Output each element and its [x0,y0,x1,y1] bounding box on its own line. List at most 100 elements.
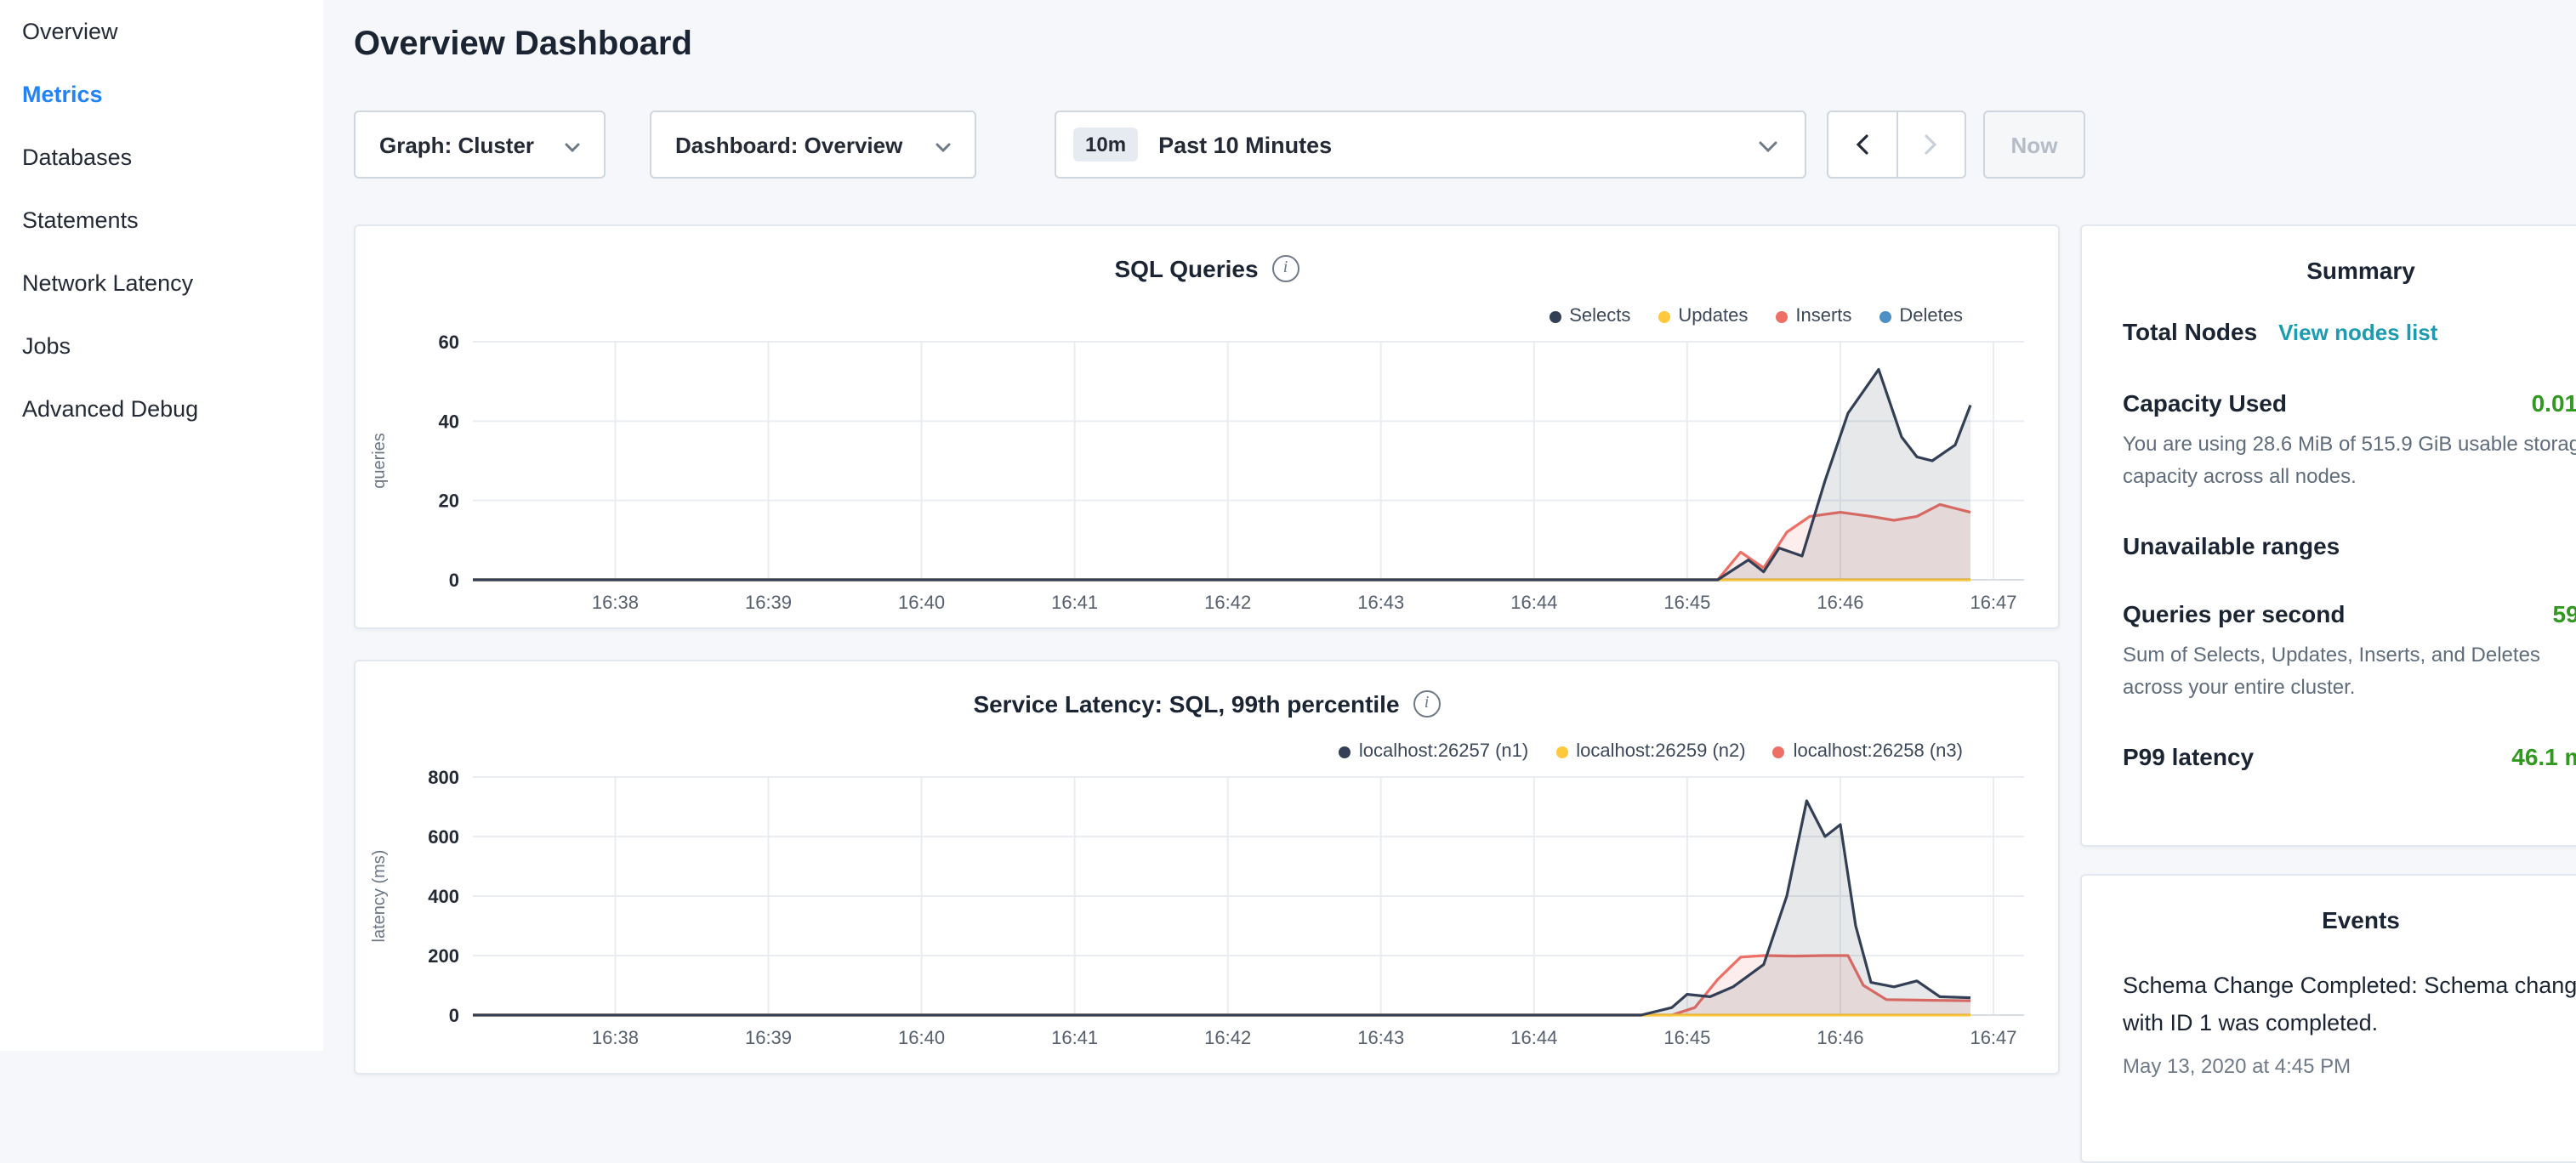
svg-text:0: 0 [449,1005,459,1026]
legend-item-updates: Updates [1658,306,1748,326]
previous-time-window-button[interactable] [1828,112,1897,177]
legend-dot [1773,746,1785,757]
cluster-summary-panel: Summary Total Nodes View nodes list 3 Ca… [2080,224,2576,847]
svg-text:16:43: 16:43 [1357,1027,1404,1048]
svg-text:16:42: 16:42 [1204,1027,1251,1048]
legend-label: Deletes [1899,306,1963,326]
svg-text:20: 20 [439,491,459,512]
summary-row-p99-latency: P99 latency 46.1 ms [2082,744,2576,771]
metrics-dashboard-page: Overview Metrics Databases Statements Ne… [0,0,2576,1051]
svg-text:200: 200 [428,945,459,967]
legend-item-n1: localhost:26257 (n1) [1339,741,1528,762]
chart-legend: localhost:26257 (n1) localhost:26259 (n2… [1339,741,1963,762]
chevron-down-icon [1759,132,1777,157]
summary-value: 46.1 ms [2511,744,2576,771]
sidebar-item-advanced-debug[interactable]: Advanced Debug [22,377,323,440]
svg-text:16:38: 16:38 [592,1027,639,1048]
legend-dot [1555,746,1567,757]
chevron-down-icon [565,132,580,157]
summary-label: Queries per second [2123,600,2345,627]
legend-item-deletes: Deletes [1879,306,1963,326]
summary-label: P99 latency [2123,744,2254,771]
chart-legend: Selects Updates Inserts Deletes [1549,306,1963,326]
summary-description: Sum of Selects, Updates, Inserts, and De… [2123,639,2576,702]
events-panel: Events Schema Change Completed: Schema c… [2080,874,2576,1163]
summary-row-unavailable-ranges: Unavailable ranges 0 [2082,532,2576,559]
event-timestamp: May 13, 2020 at 4:45 PM [2123,1054,2576,1078]
legend-dot [1339,746,1351,757]
chevron-down-icon [935,132,951,157]
events-title: Events [2082,876,2576,967]
event-message: Schema Change Completed: Schema change w… [2123,967,2576,1041]
sidebar-item-databases[interactable]: Databases [22,126,323,189]
chart-title: Service Latency: SQL, 99th percentile [973,690,1399,718]
svg-text:16:47: 16:47 [1970,592,2016,613]
next-time-window-button[interactable] [1897,112,1965,177]
svg-text:16:41: 16:41 [1051,592,1098,613]
legend-dot [1658,310,1669,322]
time-range-dropdown[interactable]: 10m Past 10 Minutes [1055,111,1806,179]
summary-title: Summary [2082,226,2576,318]
svg-text:latency (ms): latency (ms) [370,850,389,943]
sql-queries-plot[interactable]: 0 20 40 60 16:38 16:39 16:40 16:41 16:42 16:43 16:… [357,325,2060,631]
svg-text:16:46: 16:46 [1817,592,1863,613]
svg-text:16:45: 16:45 [1663,592,1710,613]
legend-label: Selects [1569,306,1630,326]
now-button[interactable]: Now [1983,111,2085,179]
svg-text:16:40: 16:40 [898,1027,945,1048]
legend-item-inserts: Inserts [1775,306,1851,326]
legend-item-n3: localhost:26258 (n3) [1773,741,1963,762]
event-item[interactable]: Schema Change Completed: Schema change w… [2082,967,2576,1078]
svg-text:600: 600 [428,826,459,848]
svg-text:16:47: 16:47 [1970,1027,2016,1048]
sidebar-item-overview[interactable]: Overview [22,0,323,63]
legend-dot [1775,310,1787,322]
legend-label: localhost:26257 (n1) [1359,741,1528,762]
graph-selector-dropdown[interactable]: Graph: Cluster [354,111,606,179]
svg-text:16:42: 16:42 [1204,592,1251,613]
svg-text:16:45: 16:45 [1663,1027,1710,1048]
service-latency-chart-card: Service Latency: SQL, 99th percentile i … [354,660,2060,1075]
page-title: Overview Dashboard [354,26,692,65]
svg-text:16:38: 16:38 [592,592,639,613]
graph-selector-label: Graph: Cluster [379,132,534,157]
legend-label: localhost:26258 (n3) [1794,741,1963,762]
svg-text:16:40: 16:40 [898,592,945,613]
summary-row-capacity-used: Capacity Used 0.01% You are using 28.6 M… [2082,389,2576,491]
svg-text:16:44: 16:44 [1510,1027,1557,1048]
sidebar-item-statements[interactable]: Statements [22,189,323,252]
dashboard-selector-label: Dashboard: Overview [675,132,902,157]
svg-text:0: 0 [449,570,459,591]
info-icon[interactable]: i [1413,690,1441,718]
dashboard-selector-dropdown[interactable]: Dashboard: Overview [650,111,976,179]
svg-text:60: 60 [439,332,459,353]
sidebar-item-metrics[interactable]: Metrics [22,63,323,126]
info-icon[interactable]: i [1272,255,1299,282]
legend-label: Inserts [1795,306,1851,326]
svg-text:800: 800 [428,767,459,788]
time-range-badge: 10m [1073,128,1138,162]
svg-text:16:39: 16:39 [745,592,792,613]
summary-label: Capacity Used [2123,389,2287,417]
service-latency-plot[interactable]: 0 200 400 600 800 16:38 16:39 16:40 16:41 16:42 16… [357,760,2060,1066]
legend-item-n2: localhost:26259 (n2) [1555,741,1745,762]
summary-row-queries-per-second: Queries per second 59.7 Sum of Selects, … [2082,600,2576,702]
legend-dot [1879,310,1891,322]
svg-text:16:39: 16:39 [745,1027,792,1048]
legend-item-selects: Selects [1549,306,1630,326]
time-range-label: Past 10 Minutes [1158,132,1332,157]
svg-text:16:43: 16:43 [1357,592,1404,613]
legend-label: localhost:26259 (n2) [1576,741,1745,762]
sidebar-item-jobs[interactable]: Jobs [22,315,323,377]
sidebar-item-network-latency[interactable]: Network Latency [22,252,323,315]
sidebar: Overview Metrics Databases Statements Ne… [0,0,323,1051]
view-nodes-list-link[interactable]: View nodes list [2278,320,2437,345]
svg-text:40: 40 [439,411,459,432]
legend-label: Updates [1678,306,1748,326]
svg-text:16:44: 16:44 [1510,592,1557,613]
svg-text:16:46: 16:46 [1817,1027,1863,1048]
summary-label: Total Nodes [2123,318,2257,345]
chevron-left-icon [1856,134,1869,155]
svg-text:400: 400 [428,886,459,907]
svg-text:16:41: 16:41 [1051,1027,1098,1048]
